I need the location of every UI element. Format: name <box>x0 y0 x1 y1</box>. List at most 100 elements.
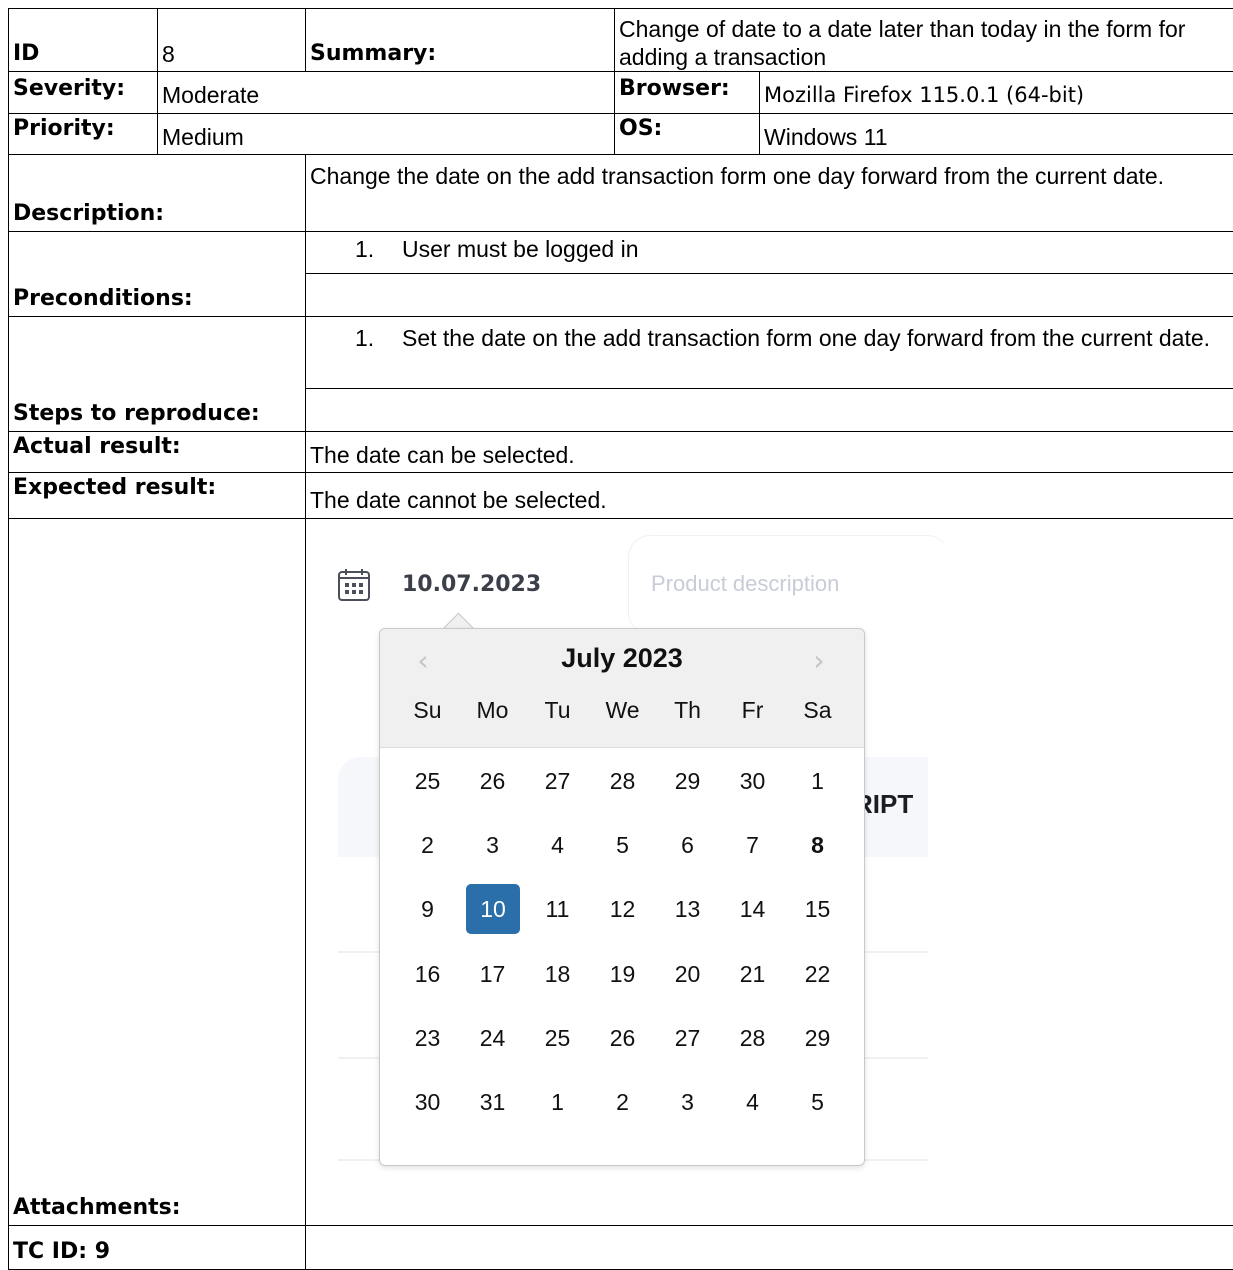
calendar-day[interactable]: 18 <box>525 949 590 999</box>
severity-value: Moderate <box>158 72 615 114</box>
calendar-day[interactable]: 27 <box>655 1013 720 1063</box>
weekday-label: Su <box>395 697 460 723</box>
step-item: 1. Set the date on the add transaction f… <box>310 321 1229 355</box>
calendar-day[interactable]: 22 <box>785 949 850 999</box>
id-value: 8 <box>158 9 306 72</box>
calendar-day[interactable]: 30 <box>395 1077 460 1127</box>
calendar-day[interactable]: 1 <box>785 756 850 806</box>
attachment-screenshot-cell: Product description RIPT <box>306 519 1233 1226</box>
week-row: 303112345 <box>395 1077 850 1127</box>
calendar-day[interactable]: 21 <box>720 949 785 999</box>
preconditions-value: 1. User must be logged in <box>306 232 1233 317</box>
priority-value: Medium <box>158 114 615 155</box>
calendar-day[interactable]: 14 <box>720 884 785 934</box>
calendar-day-today[interactable]: 8 <box>785 820 850 870</box>
precondition-text: User must be logged in <box>402 236 1229 262</box>
precondition-number: 1. <box>355 236 402 262</box>
precondition-item: 1. User must be logged in <box>310 236 1229 262</box>
row-preconditions: Preconditions: 1. User must be logged in <box>9 232 1233 317</box>
calendar-day[interactable]: 28 <box>590 756 655 806</box>
calendar-day[interactable]: 25 <box>395 756 460 806</box>
datepicker-popup: ‹ July 2023 › Su Mo Tu We Th Fr Sa <box>379 628 865 1166</box>
calendar-day[interactable]: 9 <box>395 884 460 934</box>
row-steps: Steps to reproduce: 1. Set the date on t… <box>9 317 1233 432</box>
bug-report-table: ID 8 Summary: Change of date to a date l… <box>8 8 1233 1270</box>
weekday-label: Mo <box>460 697 525 723</box>
expected-label: Expected result: <box>9 473 306 519</box>
calendar-day[interactable]: 4 <box>525 820 590 870</box>
calendar-icon[interactable] <box>336 567 372 603</box>
calendar-day[interactable]: 11 <box>525 884 590 934</box>
calendar-day[interactable]: 15 <box>785 884 850 934</box>
os-value: Windows 11 <box>760 114 1233 155</box>
calendar-day[interactable]: 7 <box>720 820 785 870</box>
calendar-day[interactable]: 26 <box>590 1013 655 1063</box>
calendar-day[interactable]: 12 <box>590 884 655 934</box>
calendar-day[interactable]: 16 <box>395 949 460 999</box>
severity-label: Severity: <box>9 72 158 114</box>
weekday-label: Tu <box>525 697 590 723</box>
row-attachments: Attachments: Product description RIPT <box>9 519 1233 1226</box>
week-row: 2526272829301 <box>395 756 850 806</box>
calendar-day[interactable]: 31 <box>460 1077 525 1127</box>
calendar-day[interactable]: 29 <box>655 756 720 806</box>
selected-date[interactable]: 10.07.2023 <box>402 572 541 598</box>
calendar-day[interactable]: 2 <box>395 820 460 870</box>
bug-report: ID 8 Summary: Change of date to a date l… <box>8 8 1233 1242</box>
date-field[interactable]: 10.07.2023 <box>336 567 541 603</box>
preconditions-empty <box>306 274 1233 316</box>
calendar-day[interactable]: 25 <box>525 1013 590 1063</box>
weekday-label: We <box>590 697 655 723</box>
calendar-day[interactable]: 1 <box>525 1077 590 1127</box>
week-row: 2345678 <box>395 820 850 870</box>
calendar-day[interactable]: 29 <box>785 1013 850 1063</box>
expected-value: The date cannot be selected. <box>306 473 1233 519</box>
description-label: Description: <box>9 155 306 232</box>
calendar-day[interactable]: 27 <box>525 756 590 806</box>
calendar-day[interactable]: 23 <box>395 1013 460 1063</box>
calendar-day[interactable]: 26 <box>460 756 525 806</box>
calendar-day[interactable]: 3 <box>460 820 525 870</box>
row-description: Description: Change the date on the add … <box>9 155 1233 232</box>
browser-value: Mozilla Firefox 115.0.1 (64-bit) <box>760 72 1233 114</box>
calendar-day[interactable]: 13 <box>655 884 720 934</box>
month-title[interactable]: July 2023 <box>380 645 864 671</box>
preconditions-label: Preconditions: <box>9 232 306 317</box>
calendar-day[interactable]: 28 <box>720 1013 785 1063</box>
calendar-day[interactable]: 30 <box>720 756 785 806</box>
row-severity-browser: Severity: Moderate Browser: Mozilla Fire… <box>9 72 1233 114</box>
calendar-day[interactable]: 20 <box>655 949 720 999</box>
step-number: 1. <box>355 321 402 355</box>
chevron-right-icon[interactable]: › <box>804 643 834 679</box>
week-row: 9101112131415 <box>395 884 850 934</box>
calendar-day[interactable]: 2 <box>590 1077 655 1127</box>
row-expected: Expected result: The date cannot be sele… <box>9 473 1233 519</box>
week-row: 16171819202122 <box>395 949 850 999</box>
attachments-label: Attachments: <box>9 519 306 1226</box>
summary-label: Summary: <box>306 9 615 72</box>
step-text: Set the date on the add transaction form… <box>402 321 1229 355</box>
row-next-tc: TC ID: 9 <box>9 1226 1233 1270</box>
weekday-label: Sa <box>785 697 850 723</box>
calendar-day[interactable]: 6 <box>655 820 720 870</box>
calendar-day[interactable]: 4 <box>720 1077 785 1127</box>
calendar-day[interactable]: 3 <box>655 1077 720 1127</box>
description-value: Change the date on the add transaction f… <box>306 155 1233 232</box>
actual-label: Actual result: <box>9 432 306 473</box>
next-tc-label: TC ID: 9 <box>9 1226 306 1270</box>
calendar-day[interactable]: 19 <box>590 949 655 999</box>
calendar-day-selected[interactable]: 10 <box>466 884 520 934</box>
browser-label: Browser: <box>615 72 760 114</box>
steps-label: Steps to reproduce: <box>9 317 306 432</box>
row-priority-os: Priority: Medium OS: Windows 11 <box>9 114 1233 155</box>
priority-label: Priority: <box>9 114 158 155</box>
preconditions-list: 1. User must be logged in <box>306 232 1233 274</box>
calendar-day[interactable]: 5 <box>590 820 655 870</box>
steps-empty <box>306 389 1233 431</box>
row-id-summary: ID 8 Summary: Change of date to a date l… <box>9 9 1233 72</box>
calendar-day[interactable]: 24 <box>460 1013 525 1063</box>
description-placeholder: Product description <box>651 571 839 597</box>
calendar-day[interactable]: 17 <box>460 949 525 999</box>
weekday-label: Th <box>655 697 720 723</box>
calendar-day[interactable]: 5 <box>785 1077 850 1127</box>
